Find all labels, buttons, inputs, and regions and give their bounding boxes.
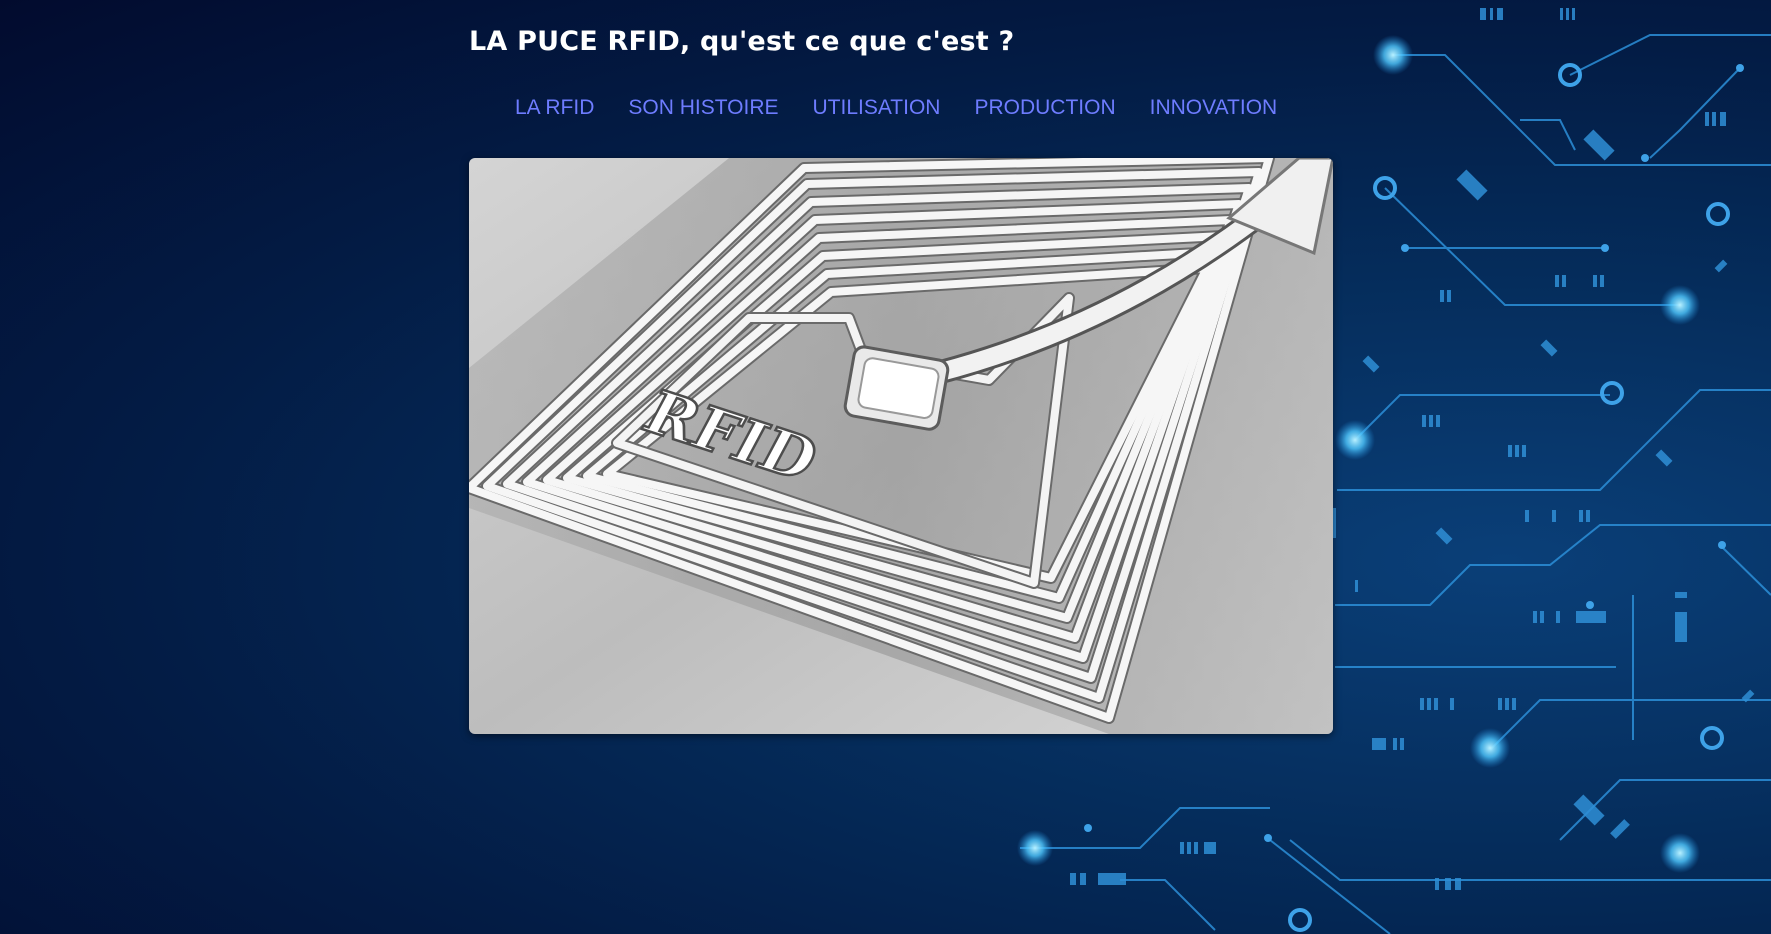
page-title: LA PUCE RFID, qu'est ce que c'est ? [469, 26, 1015, 57]
rfid-tag-hero-image: RFID [469, 158, 1333, 734]
nav-link-innovation[interactable]: INNOVATION [1150, 96, 1278, 120]
main-navigation: LA RFID SON HISTOIRE UTILISATION PRODUCT… [515, 96, 1277, 120]
nav-link-la-rfid[interactable]: LA RFID [515, 96, 594, 120]
nav-link-production[interactable]: PRODUCTION [974, 96, 1115, 120]
nav-link-utilisation[interactable]: UTILISATION [813, 96, 941, 120]
nav-link-son-histoire[interactable]: SON HISTOIRE [628, 96, 778, 120]
